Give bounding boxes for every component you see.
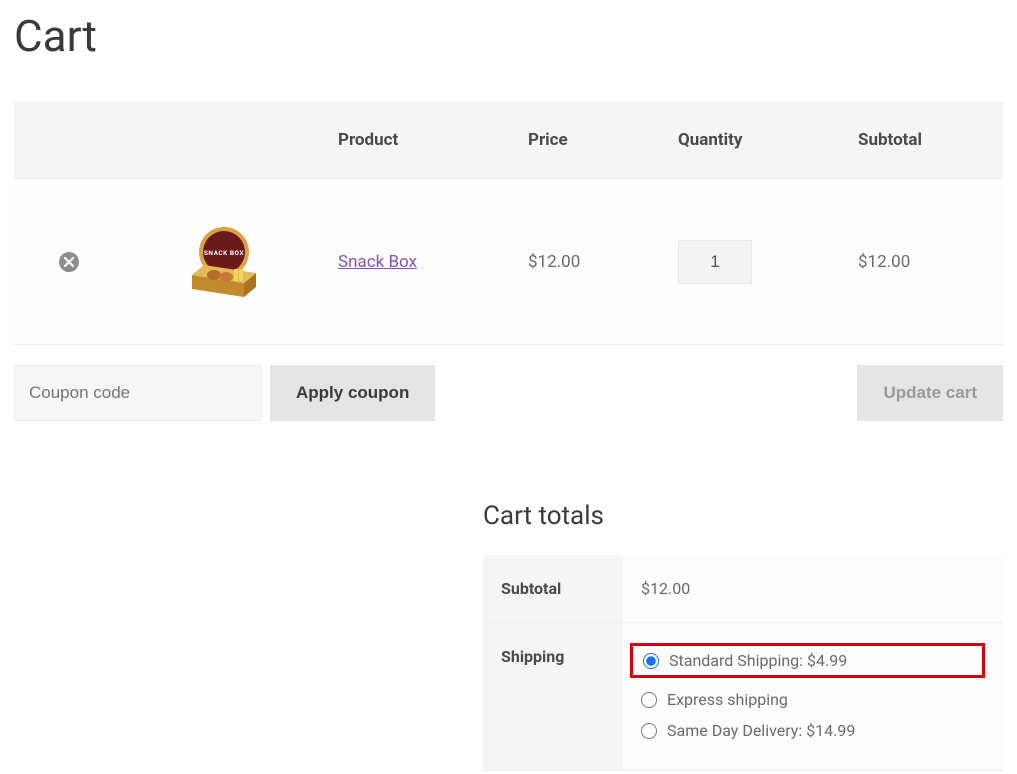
product-name-link[interactable]: Snack Box <box>338 252 417 272</box>
snack-box-icon: SNACK BOX <box>184 219 264 299</box>
cart-totals: Cart totals Subtotal $12.00 Shipping Sta… <box>483 501 1003 771</box>
cart-item-row: SNACK BOX Sna <box>14 179 1003 345</box>
product-thumbnail[interactable]: SNACK BOX <box>184 219 264 299</box>
quantity-input[interactable] <box>678 240 752 284</box>
shipping-radio-same-day[interactable] <box>641 723 657 739</box>
item-subtotal: $12.00 <box>844 179 1003 345</box>
column-header-price: Price <box>514 102 664 179</box>
column-header-product: Product <box>324 102 514 179</box>
shipping-options: Standard Shipping: $4.99 Express shippin… <box>641 637 985 746</box>
column-header-subtotal: Subtotal <box>844 102 1003 179</box>
cart-totals-title: Cart totals <box>483 501 1003 531</box>
coupon-code-input[interactable] <box>14 365 262 421</box>
subtotal-value: $12.00 <box>623 555 1003 623</box>
column-header-thumbnail <box>124 102 324 179</box>
apply-coupon-button[interactable]: Apply coupon <box>270 365 435 421</box>
remove-item-button[interactable] <box>59 252 79 272</box>
update-cart-button[interactable]: Update cart <box>857 365 1003 421</box>
shipping-radio-express[interactable] <box>641 692 657 708</box>
shipping-radio-standard[interactable] <box>643 653 659 669</box>
shipping-option-label: Standard Shipping: $4.99 <box>669 651 847 670</box>
close-icon <box>64 257 74 267</box>
cart-totals-table: Subtotal $12.00 Shipping Standard Shippi… <box>483 555 1003 771</box>
column-header-remove <box>14 102 124 179</box>
shipping-option-label: Same Day Delivery: $14.99 <box>667 721 855 740</box>
shipping-option-label: Express shipping <box>667 690 788 709</box>
svg-text:SNACK BOX: SNACK BOX <box>204 249 245 257</box>
page-title: Cart <box>14 10 1003 62</box>
cart-actions: Apply coupon Update cart <box>14 365 1003 421</box>
item-price: $12.00 <box>514 179 664 345</box>
subtotal-label: Subtotal <box>483 555 623 623</box>
highlighted-shipping-option: Standard Shipping: $4.99 <box>630 643 985 678</box>
column-header-quantity: Quantity <box>664 102 844 179</box>
shipping-label: Shipping <box>483 623 623 771</box>
cart-table: Product Price Quantity Subtotal <box>14 102 1003 345</box>
